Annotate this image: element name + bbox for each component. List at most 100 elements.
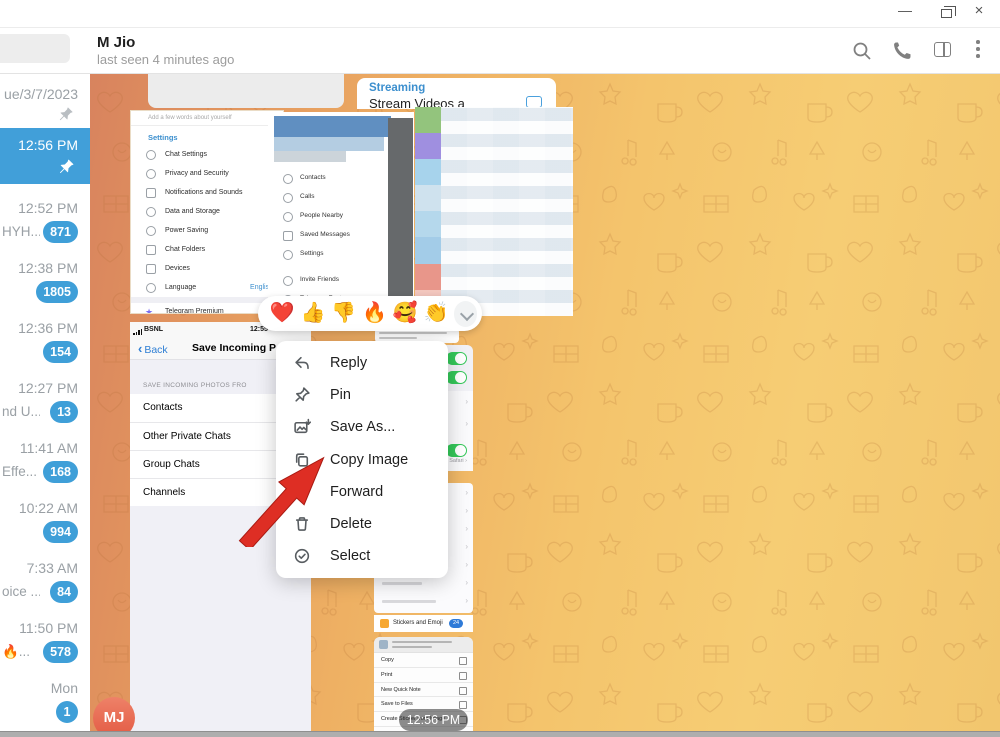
message-context-menu: Reply Pin Save As... Copy Image Forward … [276,341,448,578]
unread-badge: 578 [43,641,78,663]
menu-item-forward[interactable]: Forward [276,476,448,508]
menu-item-save-as[interactable]: Save As... [276,411,448,443]
toggle-on [446,371,467,384]
drawer-item: Saved Messages [274,225,388,244]
reaction-heart[interactable]: ❤️ [267,296,298,331]
message-image-drawer[interactable]: Contacts Calls People Nearby Saved Messa… [268,112,414,318]
chat-list-date[interactable]: ue/3/7/2023 [4,86,78,102]
settings-row: LanguageEnglish [131,278,283,297]
chat-time: 12:56 PM [18,137,78,153]
peer-name[interactable]: M Jio [97,34,135,51]
chat-time: 10:22 AM [19,500,78,516]
link-preview-card[interactable]: Streaming Stream Videos a [357,78,556,109]
menu-item-select[interactable]: Select [276,540,448,572]
chat-list-item[interactable]: 12:52 PM HYH... 871 [0,190,90,250]
share-action: Copy [374,653,473,668]
window-titlebar: — × [0,0,1000,28]
message-image-pixelated[interactable] [415,107,573,316]
chat-list-item[interactable]: Mon 1 [0,670,90,730]
chat-time: Mon [51,680,78,696]
delete-icon [293,515,311,533]
chevron-down-icon[interactable] [454,301,478,327]
right-panel-icon[interactable] [934,42,951,57]
unread-badge: 1 [56,701,78,723]
chat-preview: 🔥... [2,644,40,660]
blurred-header [274,116,391,137]
select-icon [293,547,311,565]
chat-time: 12:27 PM [18,380,78,396]
chat-list-item[interactable]: 12:38 PM 1805 [0,250,90,310]
chat-header: M Jio last seen 4 minutes ago [0,28,1000,74]
chat-time: 12:36 PM [18,320,78,336]
reaction-clap[interactable]: 👏 [421,296,452,331]
minimize-icon[interactable]: — [896,2,914,18]
unread-badge: 994 [43,521,78,543]
sidebar-search-field[interactable] [0,34,70,63]
chat-preview: nd U... [2,404,40,419]
stickers-label: Stickers and Emoji [393,620,443,626]
settings-row: Data and Storage [131,202,283,221]
chat-time: 12:38 PM [18,260,78,276]
mosaic-color-column [415,107,441,316]
pin-icon [293,386,311,404]
reply-icon [293,354,311,372]
settings-row: Power Saving [131,221,283,240]
reaction-thumbs-up[interactable]: 👍 [298,296,329,331]
share-action: Print [374,668,473,683]
reaction-thumbs-down[interactable]: 👎 [329,296,360,331]
stickers-emoji-row: Stickers and Emoji 24 [374,615,473,632]
pin-icon [58,158,75,175]
reaction-love-face[interactable]: 🥰 [390,296,421,331]
call-icon[interactable] [890,39,914,63]
save-as-icon [293,418,311,436]
menu-kebab-icon[interactable] [976,40,980,61]
message-timestamp: 12:56 PM [399,709,468,731]
chat-list-item[interactable]: 7:33 AM oice ... 84 [0,550,90,610]
menu-item-delete[interactable]: Delete [276,508,448,540]
reaction-fire[interactable]: 🔥 [359,296,390,331]
peer-last-seen: last seen 4 minutes ago [97,52,234,67]
unread-badge: 871 [43,221,78,243]
toggle-on [446,444,467,457]
pin-icon [58,106,74,122]
link-site[interactable]: Streaming [369,82,425,94]
drawer-item: Invite Friends [274,270,388,289]
blurred-block [274,151,346,162]
drawer-menu-list: Contacts Calls People Nearby Saved Messa… [274,168,388,308]
chat-preview: HYH... [2,224,40,239]
menu-item-pin[interactable]: Pin [276,379,448,411]
close-icon[interactable]: × [970,3,988,19]
unread-badge: 84 [50,581,78,603]
chat-time: 12:52 PM [18,200,78,216]
unread-badge: 1805 [36,281,78,303]
search-icon[interactable] [850,39,874,63]
settings-section-label: Settings [131,126,283,145]
menu-item-reply[interactable]: Reply [276,347,448,379]
stickers-badge: 24 [449,619,463,628]
chat-list-item[interactable]: 10:22 AM 994 [0,490,90,550]
partial-message-image[interactable] [148,74,344,108]
chat-list-item[interactable]: 11:41 AM Effe... 168 [0,430,90,490]
stickers-icon [380,619,389,628]
share-action: New Quick Note [374,683,473,698]
safari-value: Safari › [449,458,467,464]
back-button[interactable]: ‹Back [138,341,168,356]
blurred-header-2 [274,137,384,151]
unread-badge: 168 [43,461,78,483]
chat-list-sidebar: ue/3/7/2023 12:56 PM 12:52 PM HYH... 871… [0,74,90,731]
settings-row: Notifications and Sounds [131,183,283,202]
unread-badge: 154 [43,341,78,363]
restore-icon[interactable] [941,9,952,18]
chat-time: 11:41 AM [20,440,78,456]
settings-row: Chat Folders [131,240,283,259]
menu-item-copy-image[interactable]: Copy Image [276,444,448,476]
carrier-label: BSNL [144,326,163,333]
file-thumbnail [379,640,388,649]
message-image-settings[interactable]: Add a few words about yourself Settings … [130,110,284,314]
chat-list-item[interactable]: 12:27 PM nd U... 13 [0,370,90,430]
chat-list-item[interactable]: 11:50 PM 🔥... 578 [0,610,90,670]
drawer-item: Calls [274,187,388,206]
chat-list-item[interactable]: 12:36 PM 154 [0,310,90,370]
drawer-item: Settings [274,244,388,263]
chat-list-item-selected[interactable]: 12:56 PM [0,128,90,184]
